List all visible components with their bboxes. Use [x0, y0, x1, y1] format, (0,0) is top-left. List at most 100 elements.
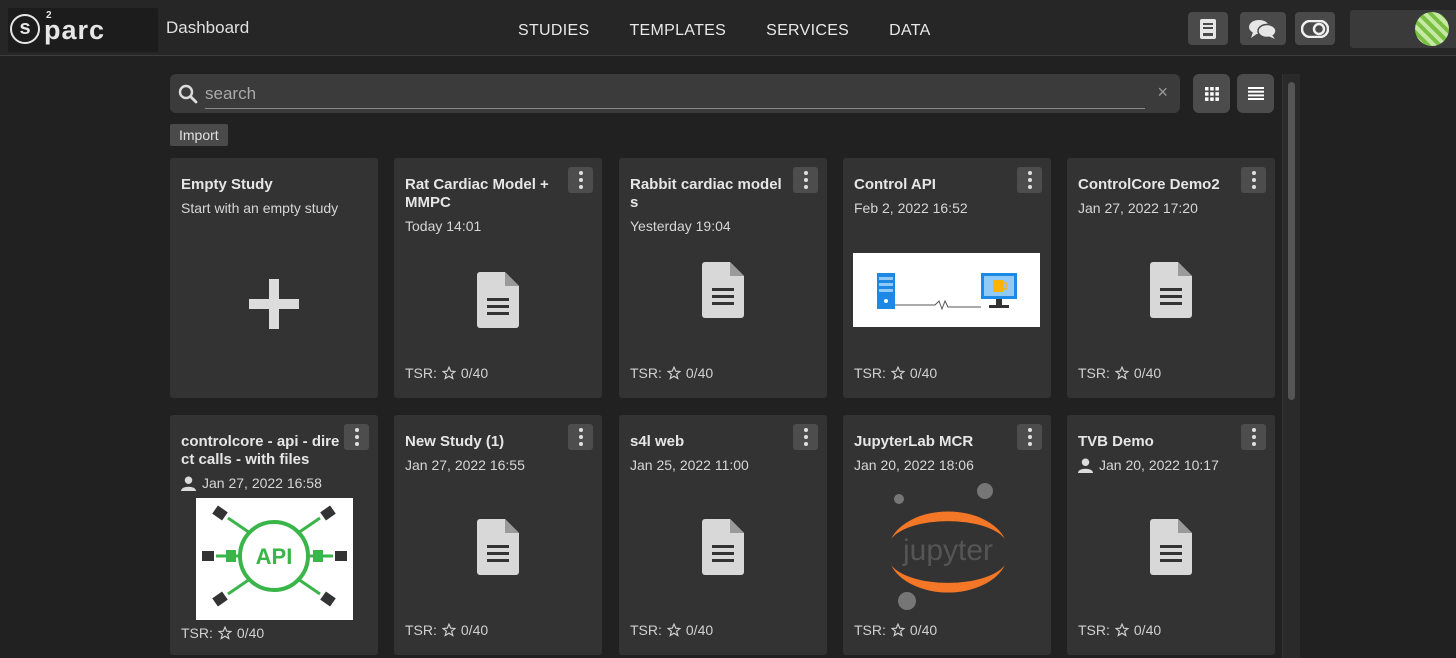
card-date-row: Jan 27, 2022 16:58	[181, 475, 367, 492]
api-image: API	[196, 498, 353, 620]
star-icon	[890, 366, 905, 380]
chat-icon	[1249, 19, 1277, 39]
study-card[interactable]: Control API Feb 2, 2022 16:52 TSR: 0/40	[843, 158, 1051, 398]
jupyter-logo: jupyter	[891, 483, 1005, 610]
card-title: TVB Demo	[1078, 433, 1154, 450]
study-card[interactable]: TVB Demo Jan 20, 2022 10:17 TSR: 0/40	[1067, 415, 1275, 655]
tsr-rating: TSR: 0/40	[854, 622, 937, 638]
document-icon	[702, 262, 744, 318]
study-card[interactable]: controlcore - api - direct calls - with …	[170, 415, 378, 655]
nav-studies[interactable]: STUDIES	[498, 0, 609, 56]
card-menu-button[interactable]	[568, 424, 593, 450]
chat-button[interactable]	[1240, 12, 1286, 45]
document-icon	[477, 519, 519, 575]
document-icon	[477, 272, 519, 328]
card-date: Jan 20, 2022 18:06	[854, 457, 974, 473]
user-avatar[interactable]	[1415, 12, 1449, 46]
tsr-rating: TSR: 0/40	[854, 365, 937, 381]
manual-icon	[1200, 18, 1216, 39]
study-card[interactable]: ControlCore Demo2 Jan 27, 2022 17:20 TSR…	[1067, 158, 1275, 398]
new-study-card[interactable]: Empty Study Start with an empty study	[170, 158, 378, 398]
import-button[interactable]: Import	[170, 124, 228, 146]
card-title: s4l web	[630, 433, 685, 450]
card-title: New Study (1)	[405, 433, 505, 450]
nav-services[interactable]: SERVICES	[746, 0, 869, 56]
grid-view-button[interactable]	[1193, 74, 1230, 113]
study-card[interactable]: JupyterLab MCR Jan 20, 2022 18:06 jupyte…	[843, 415, 1051, 655]
card-date: Jan 27, 2022 17:20	[1078, 200, 1198, 216]
tsr-rating: TSR: 0/40	[1078, 365, 1161, 381]
star-icon	[1114, 366, 1129, 380]
search-bar: ×	[170, 74, 1180, 113]
nav-data[interactable]: DATA	[869, 0, 951, 56]
study-card[interactable]: Rat Cardiac Model + MMPC Today 14:01 TSR…	[394, 158, 602, 398]
search-icon	[178, 84, 198, 104]
tsr-label: TSR:	[1078, 622, 1110, 638]
tsr-label: TSR:	[630, 622, 662, 638]
top-bar: s 2 parc Dashboard STUDIES TEMPLATES SER…	[0, 0, 1456, 56]
star-icon	[441, 366, 456, 380]
nav-templates[interactable]: TEMPLATES	[609, 0, 746, 56]
manual-button[interactable]	[1188, 12, 1228, 45]
tsr-label: TSR:	[405, 365, 437, 381]
study-grid: Empty Study Start with an empty study Ra…	[170, 158, 1280, 658]
star-icon	[666, 366, 681, 380]
search-input[interactable]	[205, 80, 1145, 109]
logo-letter: s	[10, 14, 40, 44]
api-label: API	[256, 544, 293, 569]
tsr-value: 0/40	[685, 622, 714, 638]
card-menu-button[interactable]	[1017, 167, 1042, 193]
star-icon	[441, 623, 456, 637]
card-menu-button[interactable]	[793, 167, 818, 193]
card-menu-button[interactable]	[1017, 424, 1042, 450]
api-illustration: API	[202, 505, 347, 607]
tsr-value: 0/40	[460, 622, 489, 638]
scrollbar[interactable]	[1282, 74, 1300, 658]
card-menu-button[interactable]	[1241, 424, 1266, 450]
study-card[interactable]: Rabbit cardiac models Yesterday 19:04 TS…	[619, 158, 827, 398]
card-menu-button[interactable]	[344, 424, 369, 450]
card-title: Rat Cardiac Model + MMPC	[405, 176, 549, 211]
list-view-button[interactable]	[1237, 74, 1274, 113]
server-monitor-illustration	[877, 273, 1017, 311]
user-menu[interactable]	[1350, 10, 1456, 48]
card-title: controlcore - api - direct calls - with …	[181, 433, 340, 468]
tsr-value: 0/40	[685, 365, 714, 381]
tsr-value: 0/40	[909, 622, 938, 638]
tsr-rating: TSR: 0/40	[1078, 622, 1161, 638]
card-menu-button[interactable]	[568, 167, 593, 193]
osparc-logo[interactable]: s 2 parc	[8, 8, 158, 52]
document-icon	[1150, 519, 1192, 575]
tsr-label: TSR:	[1078, 365, 1110, 381]
card-title: ControlCore Demo2	[1078, 176, 1220, 193]
tsr-value: 0/40	[1133, 365, 1162, 381]
tsr-rating: TSR: 0/40	[630, 622, 713, 638]
card-subtitle: Start with an empty study	[181, 200, 339, 216]
tsr-rating: TSR: 0/40	[630, 365, 713, 381]
star-icon	[666, 623, 681, 637]
card-date: Yesterday 19:04	[630, 218, 731, 234]
card-menu-button[interactable]	[1241, 167, 1266, 193]
tsr-label: TSR:	[181, 625, 213, 641]
card-date: Feb 2, 2022 16:52	[854, 200, 968, 216]
plus-icon	[249, 279, 299, 329]
tsr-value: 0/40	[236, 625, 265, 641]
clear-search-icon[interactable]: ×	[1157, 82, 1168, 103]
star-icon	[890, 623, 905, 637]
card-menu-button[interactable]	[793, 424, 818, 450]
study-card[interactable]: New Study (1) Jan 27, 2022 16:55 TSR: 0/…	[394, 415, 602, 655]
card-title: Rabbit cardiac models	[630, 176, 782, 211]
tsr-label: TSR:	[630, 365, 662, 381]
card-title: Empty Study	[181, 176, 273, 193]
theme-toggle-button[interactable]	[1295, 12, 1335, 45]
grid-view-icon	[1204, 86, 1219, 101]
list-view-icon	[1247, 87, 1264, 100]
tsr-rating: TSR: 0/40	[405, 365, 488, 381]
tsr-rating: TSR: 0/40	[181, 625, 264, 641]
study-card[interactable]: s4l web Jan 25, 2022 11:00 TSR: 0/40	[619, 415, 827, 655]
page-title: Dashboard	[166, 18, 250, 37]
card-title: Control API	[854, 176, 936, 193]
scroll-thumb[interactable]	[1288, 82, 1295, 400]
tsr-rating: TSR: 0/40	[405, 622, 488, 638]
card-date: Jan 25, 2022 11:00	[630, 457, 749, 473]
